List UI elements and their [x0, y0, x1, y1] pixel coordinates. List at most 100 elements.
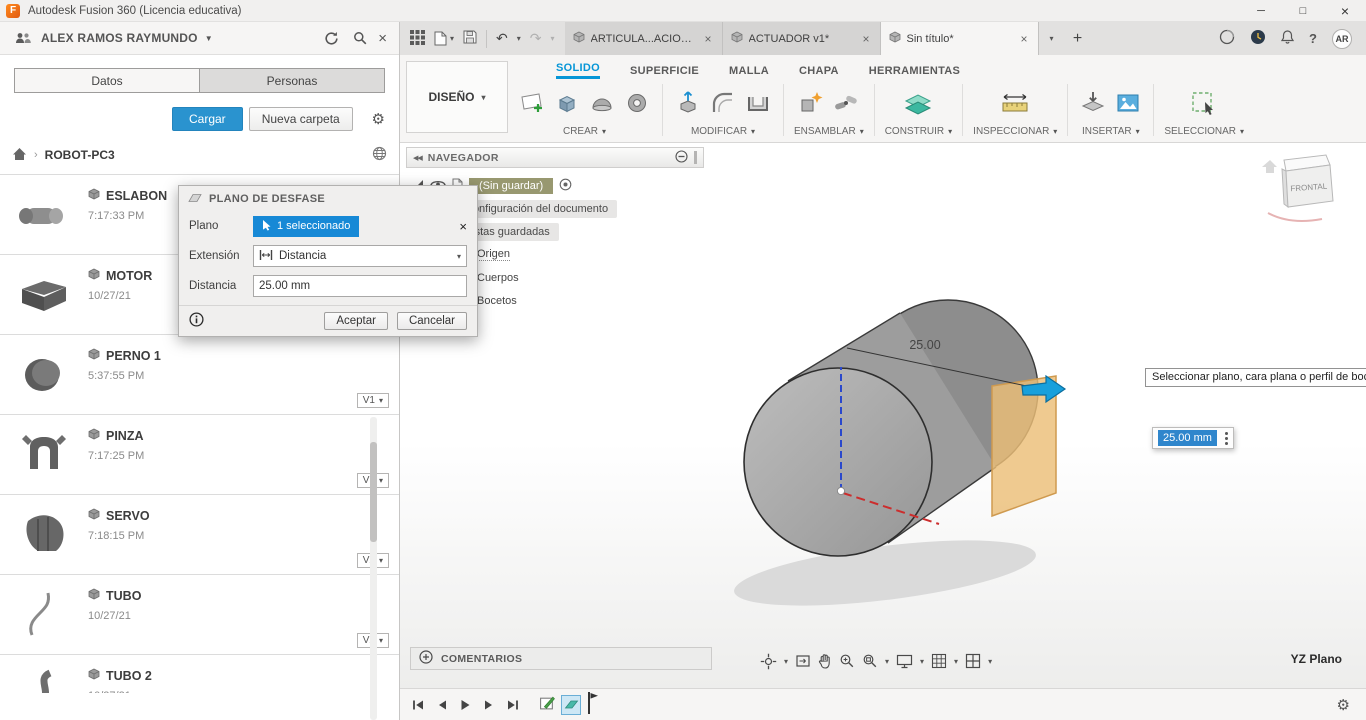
info-icon[interactable] [189, 312, 204, 330]
offset-plane-preview[interactable] [991, 375, 1057, 518]
globe-icon[interactable] [372, 146, 387, 164]
display-settings-icon[interactable] [896, 653, 913, 669]
fillet-icon[interactable] [708, 85, 738, 121]
list-item-perno1[interactable]: PERNO 1 5:37:55 PM V1 ▾ [0, 335, 399, 415]
tab-list-dropdown-icon[interactable]: ▾ [1039, 22, 1065, 55]
restore-button[interactable]: □ [1282, 0, 1324, 22]
avatar[interactable]: AR [1332, 28, 1352, 49]
search-icon[interactable] [349, 31, 371, 45]
undo-icon[interactable]: ↶ [496, 30, 508, 47]
fit-icon[interactable] [862, 653, 878, 669]
group-label[interactable]: CONSTRUIR [885, 126, 944, 137]
extrude-icon[interactable] [552, 85, 582, 121]
list-item-tubo2[interactable]: TUBO 2 10/27/21 V1▾ [0, 655, 399, 693]
cancel-button[interactable]: Cancelar [396, 312, 467, 330]
navigator-header[interactable]: ◀◀ NAVEGADOR [406, 147, 704, 168]
close-tab-icon[interactable]: × [703, 32, 714, 46]
expression-menu-icon[interactable] [1224, 431, 1228, 445]
offset-plane-dialog[interactable]: PLANO DE DESFASE Plano 1 seleccionado × … [178, 185, 478, 337]
go-to-end-button[interactable] [507, 699, 519, 711]
scrollbar-thumb[interactable] [370, 442, 377, 542]
timeline-offset-plane-feature[interactable] [561, 694, 581, 715]
chevron-down-icon[interactable]: ▼ [205, 34, 213, 43]
timeline-settings-gear-icon[interactable]: ⚙ [1337, 696, 1354, 714]
breadcrumb-project[interactable]: ROBOT-PC3 [45, 148, 115, 162]
group-label[interactable]: MODIFICAR [691, 126, 747, 137]
distancia-input[interactable] [253, 275, 467, 297]
group-label[interactable]: CREAR [563, 126, 598, 137]
doc-tab-actuador[interactable]: ACTUADOR v1* × [722, 22, 881, 55]
play-button[interactable] [460, 699, 471, 711]
accept-button[interactable]: Aceptar [324, 312, 388, 330]
close-panel-icon[interactable]: × [378, 30, 387, 47]
team-name[interactable]: ALEX RAMOS RAYMUNDO [41, 31, 198, 45]
new-folder-button[interactable]: Nueva carpeta [248, 106, 353, 131]
dimension-input-widget[interactable]: 25.00 mm [1152, 427, 1234, 449]
viewports-icon[interactable] [965, 653, 981, 669]
pan-hand-icon[interactable] [818, 653, 832, 669]
extensions-icon[interactable] [1219, 29, 1235, 48]
create-sketch-icon[interactable] [517, 85, 547, 121]
orbit-dropdown-icon[interactable]: ▾ [784, 657, 788, 666]
doc-tab-articulacion[interactable]: ARTICULA...ACION v1 × [564, 22, 723, 55]
grid-snap-icon[interactable] [931, 653, 947, 669]
drag-arrow[interactable] [1021, 374, 1067, 404]
zoom-icon[interactable] [839, 653, 855, 669]
sweep-icon[interactable] [622, 85, 652, 121]
measure-icon[interactable] [1000, 85, 1030, 121]
select-icon[interactable] [1189, 85, 1219, 121]
group-label[interactable]: INSERTAR [1082, 126, 1132, 137]
close-window-button[interactable]: × [1324, 0, 1366, 22]
save-icon[interactable] [463, 30, 477, 47]
extension-dropdown[interactable]: Distancia ▾ [253, 245, 467, 267]
press-pull-icon[interactable] [673, 85, 703, 121]
view-cube[interactable]: FRONTAL [1258, 149, 1354, 227]
look-at-icon[interactable] [795, 653, 811, 669]
refresh-icon[interactable] [320, 31, 342, 46]
fit-dropdown-icon[interactable]: ▾ [885, 657, 889, 666]
list-item-servo[interactable]: SERVO 7:18:15 PM V2 ▾ [0, 495, 399, 575]
comments-bar[interactable]: COMENTARIOS [410, 647, 712, 670]
job-status-icon[interactable] [1250, 29, 1266, 48]
minimize-button[interactable]: ─ [1240, 0, 1282, 22]
step-forward-button[interactable] [484, 699, 494, 711]
doc-tab-sin-titulo[interactable]: Sin título* × [880, 22, 1039, 55]
add-comment-icon[interactable] [419, 650, 433, 667]
version-dropdown[interactable]: V1 ▾ [356, 393, 389, 408]
app-grid-icon[interactable] [410, 29, 425, 48]
tab-superficie[interactable]: SUPERFICIE [630, 65, 699, 79]
list-item-tubo[interactable]: TUBO 10/27/21 V2 ▾ [0, 575, 399, 655]
activate-radio-icon[interactable] [559, 178, 572, 194]
new-component-icon[interactable] [796, 85, 826, 121]
revolve-icon[interactable] [587, 85, 617, 121]
notifications-bell-icon[interactable] [1280, 29, 1295, 48]
timeline-sketch-feature[interactable] [539, 695, 555, 714]
tab-personas[interactable]: Personas [200, 69, 384, 92]
group-label[interactable]: SELECCIONAR [1164, 126, 1236, 137]
dialog-title-bar[interactable]: PLANO DE DESFASE [179, 186, 477, 211]
joint-icon[interactable] [831, 85, 861, 121]
new-tab-button[interactable]: + [1065, 22, 1091, 55]
list-item-pinza[interactable]: PINZA 7:17:25 PM V1 ▾ [0, 415, 399, 495]
undo-dropdown-icon[interactable]: ▾ [517, 34, 521, 43]
workspace-selector[interactable]: DISEÑO ▾ [406, 61, 508, 133]
viewport[interactable]: 25.00 ◀◀ NAVEGADOR (Sin guardar) Configu… [400, 143, 1366, 688]
collapse-panel-icon[interactable]: ◀◀ [413, 154, 423, 162]
upload-button[interactable]: Cargar [172, 106, 243, 131]
insert-mesh-icon[interactable] [1078, 85, 1108, 121]
tab-chapa[interactable]: CHAPA [799, 65, 839, 79]
group-label[interactable]: ENSAMBLAR [794, 126, 856, 137]
group-label[interactable]: INSPECCIONAR [973, 126, 1049, 137]
shell-icon[interactable] [743, 85, 773, 121]
tab-herramientas[interactable]: HERRAMIENTAS [869, 65, 960, 79]
clear-selection-icon[interactable]: × [459, 219, 467, 234]
document-name[interactable]: (Sin guardar) [469, 177, 554, 194]
panel-settings-gear-icon[interactable]: ⚙ [372, 110, 385, 128]
go-to-start-button[interactable] [412, 699, 424, 711]
display-dropdown-icon[interactable]: ▾ [920, 657, 924, 666]
viewports-dropdown-icon[interactable]: ▾ [988, 657, 992, 666]
redo-dropdown-icon[interactable]: ▾ [551, 34, 555, 43]
scrollbar[interactable] [370, 417, 377, 720]
tab-datos[interactable]: Datos [15, 69, 200, 92]
timeline-playhead[interactable] [587, 691, 599, 718]
